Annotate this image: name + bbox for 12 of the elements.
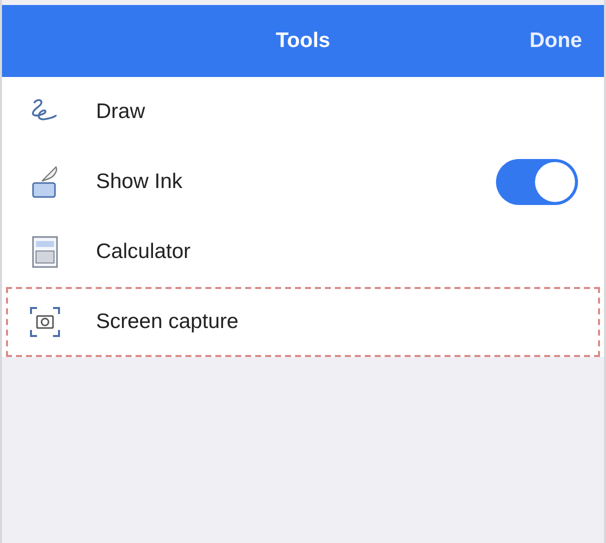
tool-row[interactable]: Calculator (6, 217, 600, 287)
tool-label: Show Ink (96, 170, 184, 194)
tool-label: Calculator (96, 240, 192, 264)
tool-row[interactable]: Draw (6, 77, 600, 147)
tool-label: Screen capture (96, 310, 240, 334)
done-button[interactable]: Done (530, 29, 582, 53)
camera-icon (28, 305, 62, 339)
tool-row[interactable]: Screen capture (6, 287, 600, 357)
toggle-switch[interactable] (496, 159, 578, 205)
tool-label: Draw (96, 100, 146, 124)
tool-row[interactable]: Show Ink (6, 147, 600, 217)
screen-title: Tools (276, 29, 330, 53)
